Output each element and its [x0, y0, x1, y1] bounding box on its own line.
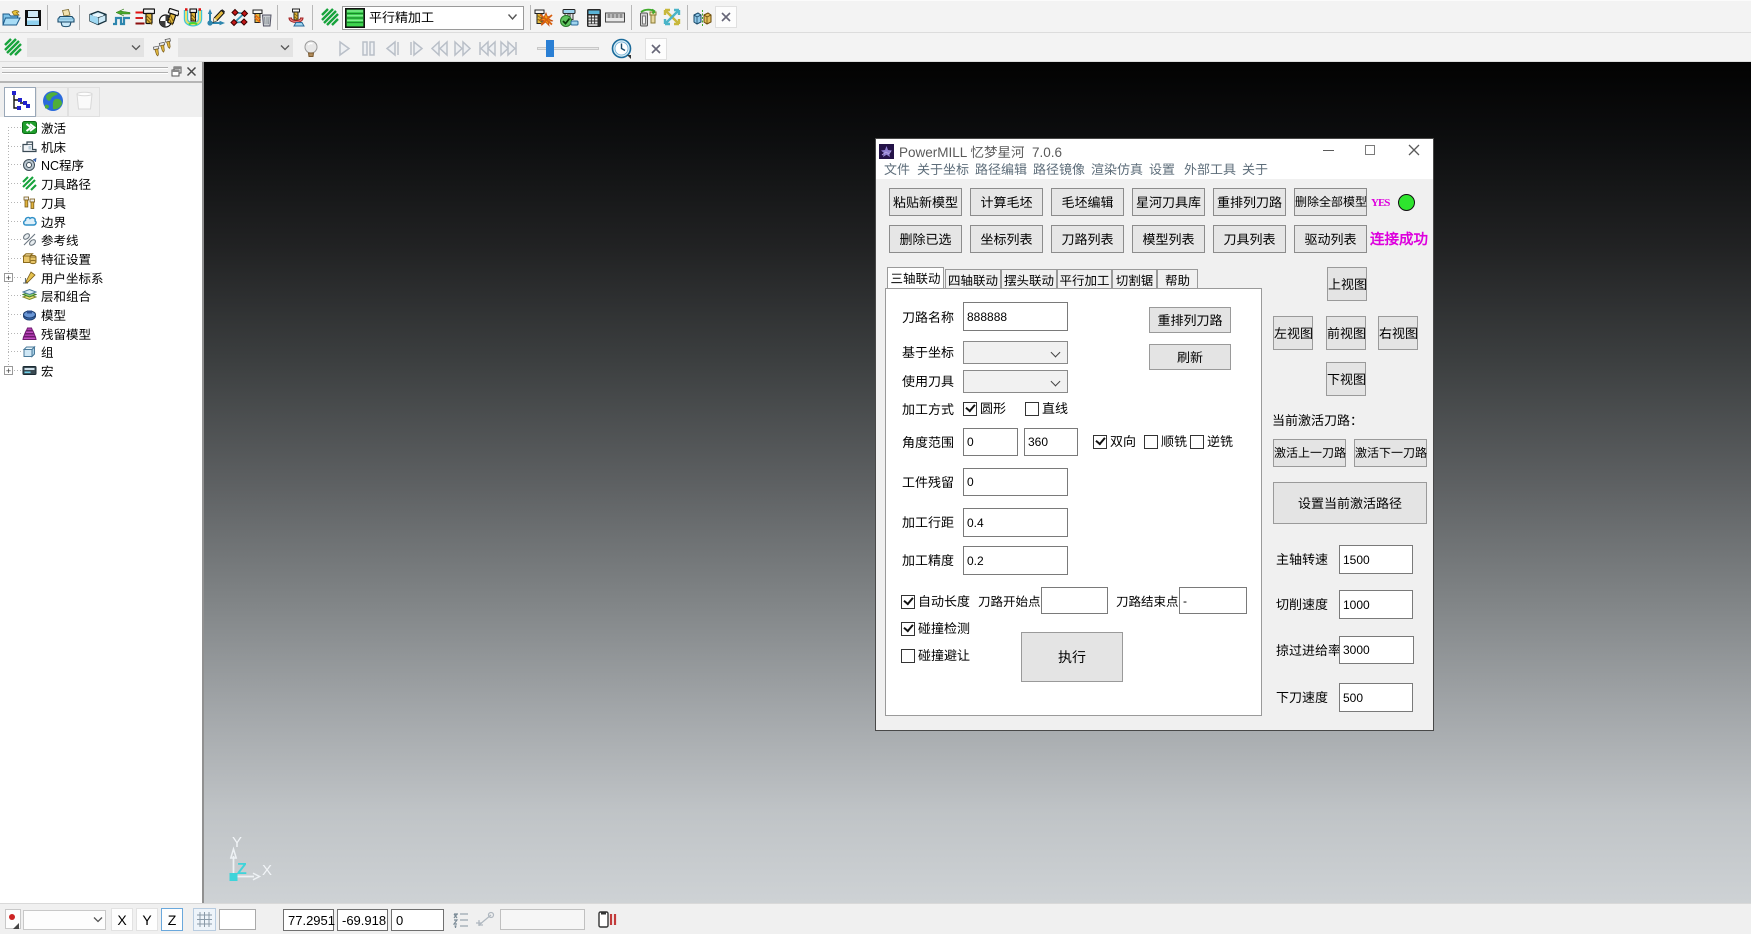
svg-text:Z: Z: [237, 861, 247, 878]
svg-text:X: X: [262, 862, 272, 879]
